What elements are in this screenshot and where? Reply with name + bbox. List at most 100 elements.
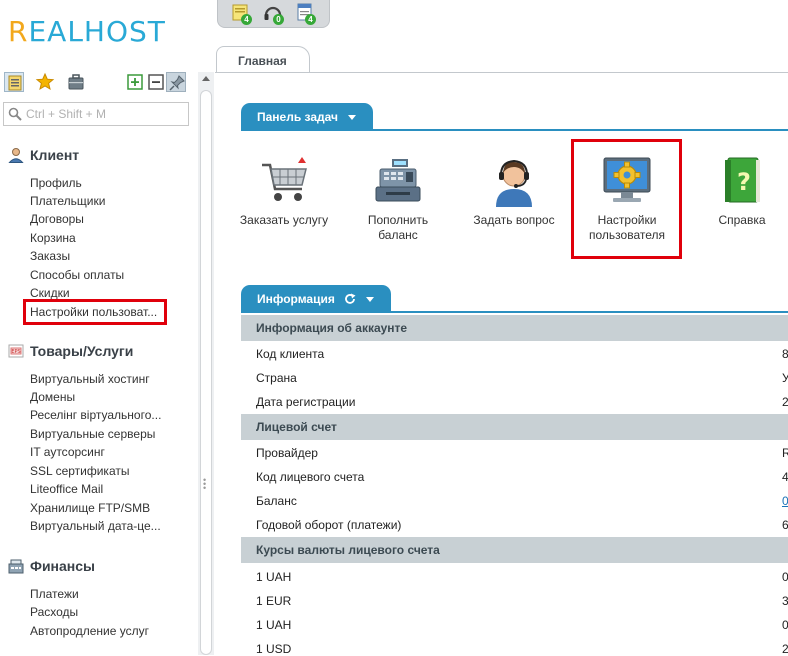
menu-search-field[interactable]: [3, 102, 189, 126]
table-row: Код клиента 8: [241, 342, 788, 366]
menu-item-domains[interactable]: Домены: [30, 389, 75, 405]
refresh-icon[interactable]: [343, 292, 357, 306]
table-row: 1 UAH 0: [241, 565, 788, 589]
star-icon[interactable]: [35, 72, 55, 92]
products-icon: EPS: [8, 344, 24, 358]
section-finance-title: Финансы: [30, 558, 95, 574]
menu-item-virtual-datacenter[interactable]: Виртуальный дата-це...: [30, 518, 161, 534]
task-top-up-balance[interactable]: Пополнить баланс: [343, 155, 453, 243]
balance-link[interactable]: 0: [782, 494, 788, 508]
task-ask-question[interactable]: Задать вопрос: [459, 155, 569, 228]
menu-item-payments[interactable]: Платежи: [30, 586, 79, 602]
table-row: 1 USD 2: [241, 637, 788, 656]
row-key: Дата регистрации: [256, 395, 356, 409]
svg-text:?: ?: [737, 168, 751, 196]
info-panel-divider: [241, 311, 788, 313]
tab-divider: [215, 72, 788, 73]
client-icon: [8, 148, 24, 163]
cart-icon: [262, 157, 307, 201]
tab-home-label: Главная: [238, 54, 287, 68]
row-value: 2: [782, 642, 788, 656]
cash-register-icon: [375, 159, 421, 202]
support-agent-icon: [496, 159, 532, 207]
menu-item-payers[interactable]: Плательщики: [30, 193, 105, 209]
row-value: 3: [782, 594, 788, 608]
document-icon[interactable]: 4: [294, 2, 316, 25]
support-badge: 0: [273, 14, 284, 25]
menu-item-auto-renewal[interactable]: Автопродление услуг: [30, 623, 149, 639]
tab-home[interactable]: Главная: [216, 46, 310, 73]
task-help-label: Справка: [718, 213, 766, 227]
sidebar-scroll-thumb[interactable]: [200, 90, 212, 655]
row-value: 8: [782, 347, 788, 361]
row-value: 4: [782, 470, 788, 484]
sidebar: Клиент Профиль Плательщики Договоры Корз…: [0, 62, 198, 655]
menu-item-reseller-hosting[interactable]: Реселінг віртуального...: [30, 407, 161, 423]
row-key: Страна: [256, 371, 297, 385]
splitter-grip-icon[interactable]: • • •: [203, 476, 208, 493]
task-panel-header[interactable]: Панель задач: [241, 103, 373, 131]
user-settings-task-highlight: [571, 139, 682, 259]
menu-item-ftp-smb-storage[interactable]: Хранилище FTP/SMB: [30, 500, 150, 516]
task-ask-question-label: Задать вопрос: [473, 213, 555, 227]
group-account-info: Информация об аккаунте: [241, 315, 788, 341]
table-row: Провайдер R: [241, 441, 788, 465]
menu-item-it-outsourcing[interactable]: IT аутсорсинг: [30, 444, 105, 460]
chevron-down-icon[interactable]: [348, 115, 356, 120]
group-exchange-rates-title: Курсы валюты лицевого счета: [256, 543, 440, 557]
info-panel-title: Информация: [257, 292, 335, 306]
notes-icon[interactable]: 4: [230, 2, 252, 25]
table-row: Код лицевого счета 4: [241, 465, 788, 489]
menu-item-liteoffice-mail[interactable]: Liteoffice Mail: [30, 481, 103, 497]
group-personal-account: Лицевой счет: [241, 414, 788, 440]
info-panel-header[interactable]: Информация: [241, 285, 391, 313]
row-value: 2: [782, 395, 788, 409]
notes-badge: 4: [241, 14, 252, 25]
collapse-all-icon[interactable]: [146, 72, 166, 92]
row-key: 1 UAH: [256, 618, 292, 632]
row-key: Годовой оборот (платежи): [256, 518, 402, 532]
menu-item-ssl-certificates[interactable]: SSL сертификаты: [30, 463, 129, 479]
task-panel-title: Панель задач: [257, 110, 338, 124]
search-input[interactable]: [26, 105, 184, 123]
sidebar-toolbar: [4, 72, 194, 94]
menu-item-virtual-servers[interactable]: Виртуальные серверы: [30, 426, 155, 442]
table-row: 1 EUR 3: [241, 589, 788, 613]
row-value: R: [782, 446, 788, 460]
menu-item-contracts[interactable]: Договоры: [30, 211, 84, 227]
pin-icon[interactable]: [166, 72, 186, 92]
menu-item-expenses[interactable]: Расходы: [30, 604, 78, 620]
row-key: Провайдер: [256, 446, 318, 460]
help-book-icon: ?: [725, 157, 760, 203]
task-panel-divider: [241, 129, 788, 131]
group-exchange-rates: Курсы валюты лицевого счета: [241, 537, 788, 563]
search-icon: [8, 107, 22, 121]
sidebar-scrollbar[interactable]: [198, 72, 214, 655]
scroll-up-arrow-icon[interactable]: [202, 76, 210, 81]
row-key: Код клиента: [256, 347, 325, 361]
row-key: Код лицевого счета: [256, 470, 365, 484]
menu-item-payment-methods[interactable]: Способы оплаты: [30, 267, 124, 283]
row-key: 1 UAH: [256, 570, 292, 584]
svg-text:EPS: EPS: [11, 349, 20, 355]
row-key: 1 EUR: [256, 594, 292, 608]
table-row: 1 UAH 0: [241, 613, 788, 637]
menu-item-orders[interactable]: Заказы: [30, 248, 70, 264]
info-chevron-down-icon[interactable]: [366, 297, 374, 302]
task-help[interactable]: ? Справка: [687, 155, 788, 228]
top-toolbar: 4 0 4: [217, 0, 330, 28]
menu-item-cart[interactable]: Корзина: [30, 230, 76, 246]
task-order-service[interactable]: Заказать услугу: [229, 155, 339, 228]
realhost-logo[interactable]: REALHOST: [8, 16, 166, 48]
menu-item-profile[interactable]: Профиль: [30, 175, 82, 191]
menu-item-virtual-hosting[interactable]: Виртуальный хостинг: [30, 371, 150, 387]
table-row: Баланс 0: [241, 489, 788, 513]
row-value: 6: [782, 518, 788, 532]
headset-icon[interactable]: 0: [262, 2, 284, 25]
menu-list-icon[interactable]: [4, 72, 24, 92]
row-value: 0: [782, 618, 788, 632]
briefcase-icon[interactable]: [66, 72, 86, 92]
task-top-up-balance-label: Пополнить баланс: [367, 213, 429, 242]
section-client-title: Клиент: [30, 147, 80, 163]
expand-all-icon[interactable]: [125, 72, 145, 92]
